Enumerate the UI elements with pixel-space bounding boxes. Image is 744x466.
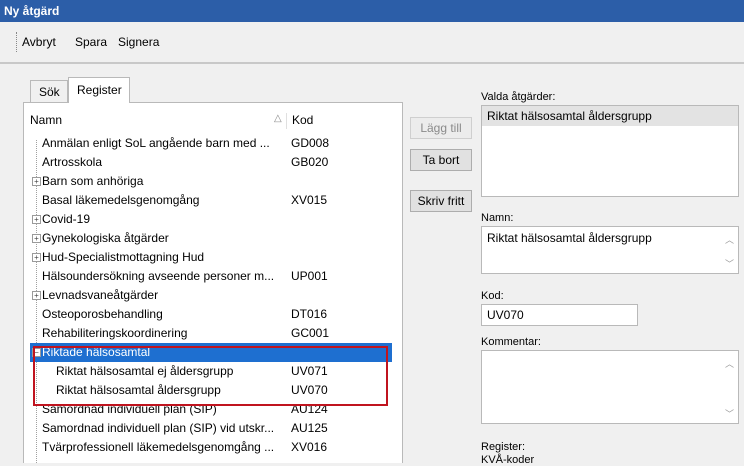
register-value: KVÅ-koder <box>481 454 535 466</box>
window-title: Ny åtgärd <box>0 0 744 22</box>
add-button[interactable]: Lägg till <box>410 117 472 139</box>
toolbar: Avbryt Spara Signera <box>0 22 744 64</box>
column-header-name[interactable]: Namn <box>30 113 62 127</box>
tree-row[interactable]: + Covid-19 <box>30 210 392 229</box>
tree-row[interactable]: Samordnad individuell plan (SIP) vid uts… <box>30 419 392 438</box>
tree-row[interactable]: + Hud-Specialistmottagning Hud <box>30 248 392 267</box>
comment-label: Kommentar: <box>481 336 541 348</box>
selected-actions-list[interactable]: Riktat hälsosamtal åldersgrupp <box>481 105 739 197</box>
tree-row[interactable]: Rehabiliteringskoordinering GC001 <box>30 324 392 343</box>
sign-button[interactable]: Signera <box>118 35 159 49</box>
expand-icon[interactable]: + <box>32 234 41 243</box>
tree-row[interactable]: + Levnadsvaneåtgärder <box>30 286 392 305</box>
tree-row[interactable]: + Barn som anhöriga <box>30 172 392 191</box>
tree-row[interactable]: Tvärprofessionell läkemedelsgenomgång ..… <box>30 438 392 457</box>
expand-icon[interactable]: + <box>32 215 41 224</box>
tree-row[interactable]: Artrosskola GB020 <box>30 153 392 172</box>
column-header-code[interactable]: Kod <box>292 113 313 127</box>
write-free-button[interactable]: Skriv fritt <box>410 190 472 212</box>
scroll-up-icon[interactable]: ︿ <box>725 357 734 370</box>
scroll-down-icon[interactable]: ﹀ <box>725 257 734 270</box>
scroll-down-icon[interactable]: ﹀ <box>725 407 734 420</box>
register-label: Register: <box>481 441 526 453</box>
comment-field[interactable]: ︿ ﹀ <box>481 350 739 424</box>
code-field[interactable]: UV070 <box>481 304 638 326</box>
remove-button[interactable]: Ta bort <box>410 149 472 171</box>
code-label: Kod: <box>481 290 504 302</box>
tree-header: Namn △ Kod <box>30 113 390 131</box>
tree-row[interactable]: + Gynekologiska åtgärder <box>30 229 392 248</box>
register-tree: Anmälan enligt SoL angående barn med ...… <box>30 134 392 457</box>
tree-row[interactable]: Hälsoundersökning avseende personer m...… <box>30 267 392 286</box>
name-label: Namn: <box>481 212 514 224</box>
tab-search[interactable]: Sök <box>30 80 68 102</box>
toolbar-grip <box>16 32 18 52</box>
expand-icon[interactable]: + <box>32 253 41 262</box>
save-button[interactable]: Spara <box>75 35 107 49</box>
selected-actions-label: Valda åtgärder: <box>481 91 556 103</box>
column-divider[interactable] <box>286 113 287 129</box>
tree-row[interactable]: Osteoporosbehandling DT016 <box>30 305 392 324</box>
tree-row[interactable]: Anmälan enligt SoL angående barn med ...… <box>30 134 392 153</box>
cancel-button[interactable]: Avbryt <box>22 35 56 49</box>
name-field[interactable]: Riktat hälsosamtal åldersgrupp ︿ ﹀ <box>481 226 739 274</box>
tree-row[interactable]: Basal läkemedelsgenomgång XV015 <box>30 191 392 210</box>
sort-ascending-icon: △ <box>274 113 282 124</box>
scroll-up-icon[interactable]: ︿ <box>725 233 734 246</box>
name-value: Riktat hälsosamtal åldersgrupp <box>487 231 652 245</box>
tab-register[interactable]: Register <box>68 77 130 103</box>
selected-action-item[interactable]: Riktat hälsosamtal åldersgrupp <box>482 106 738 126</box>
expand-icon[interactable]: + <box>32 291 41 300</box>
expand-icon[interactable]: + <box>32 177 41 186</box>
highlight-annotation <box>33 346 388 406</box>
